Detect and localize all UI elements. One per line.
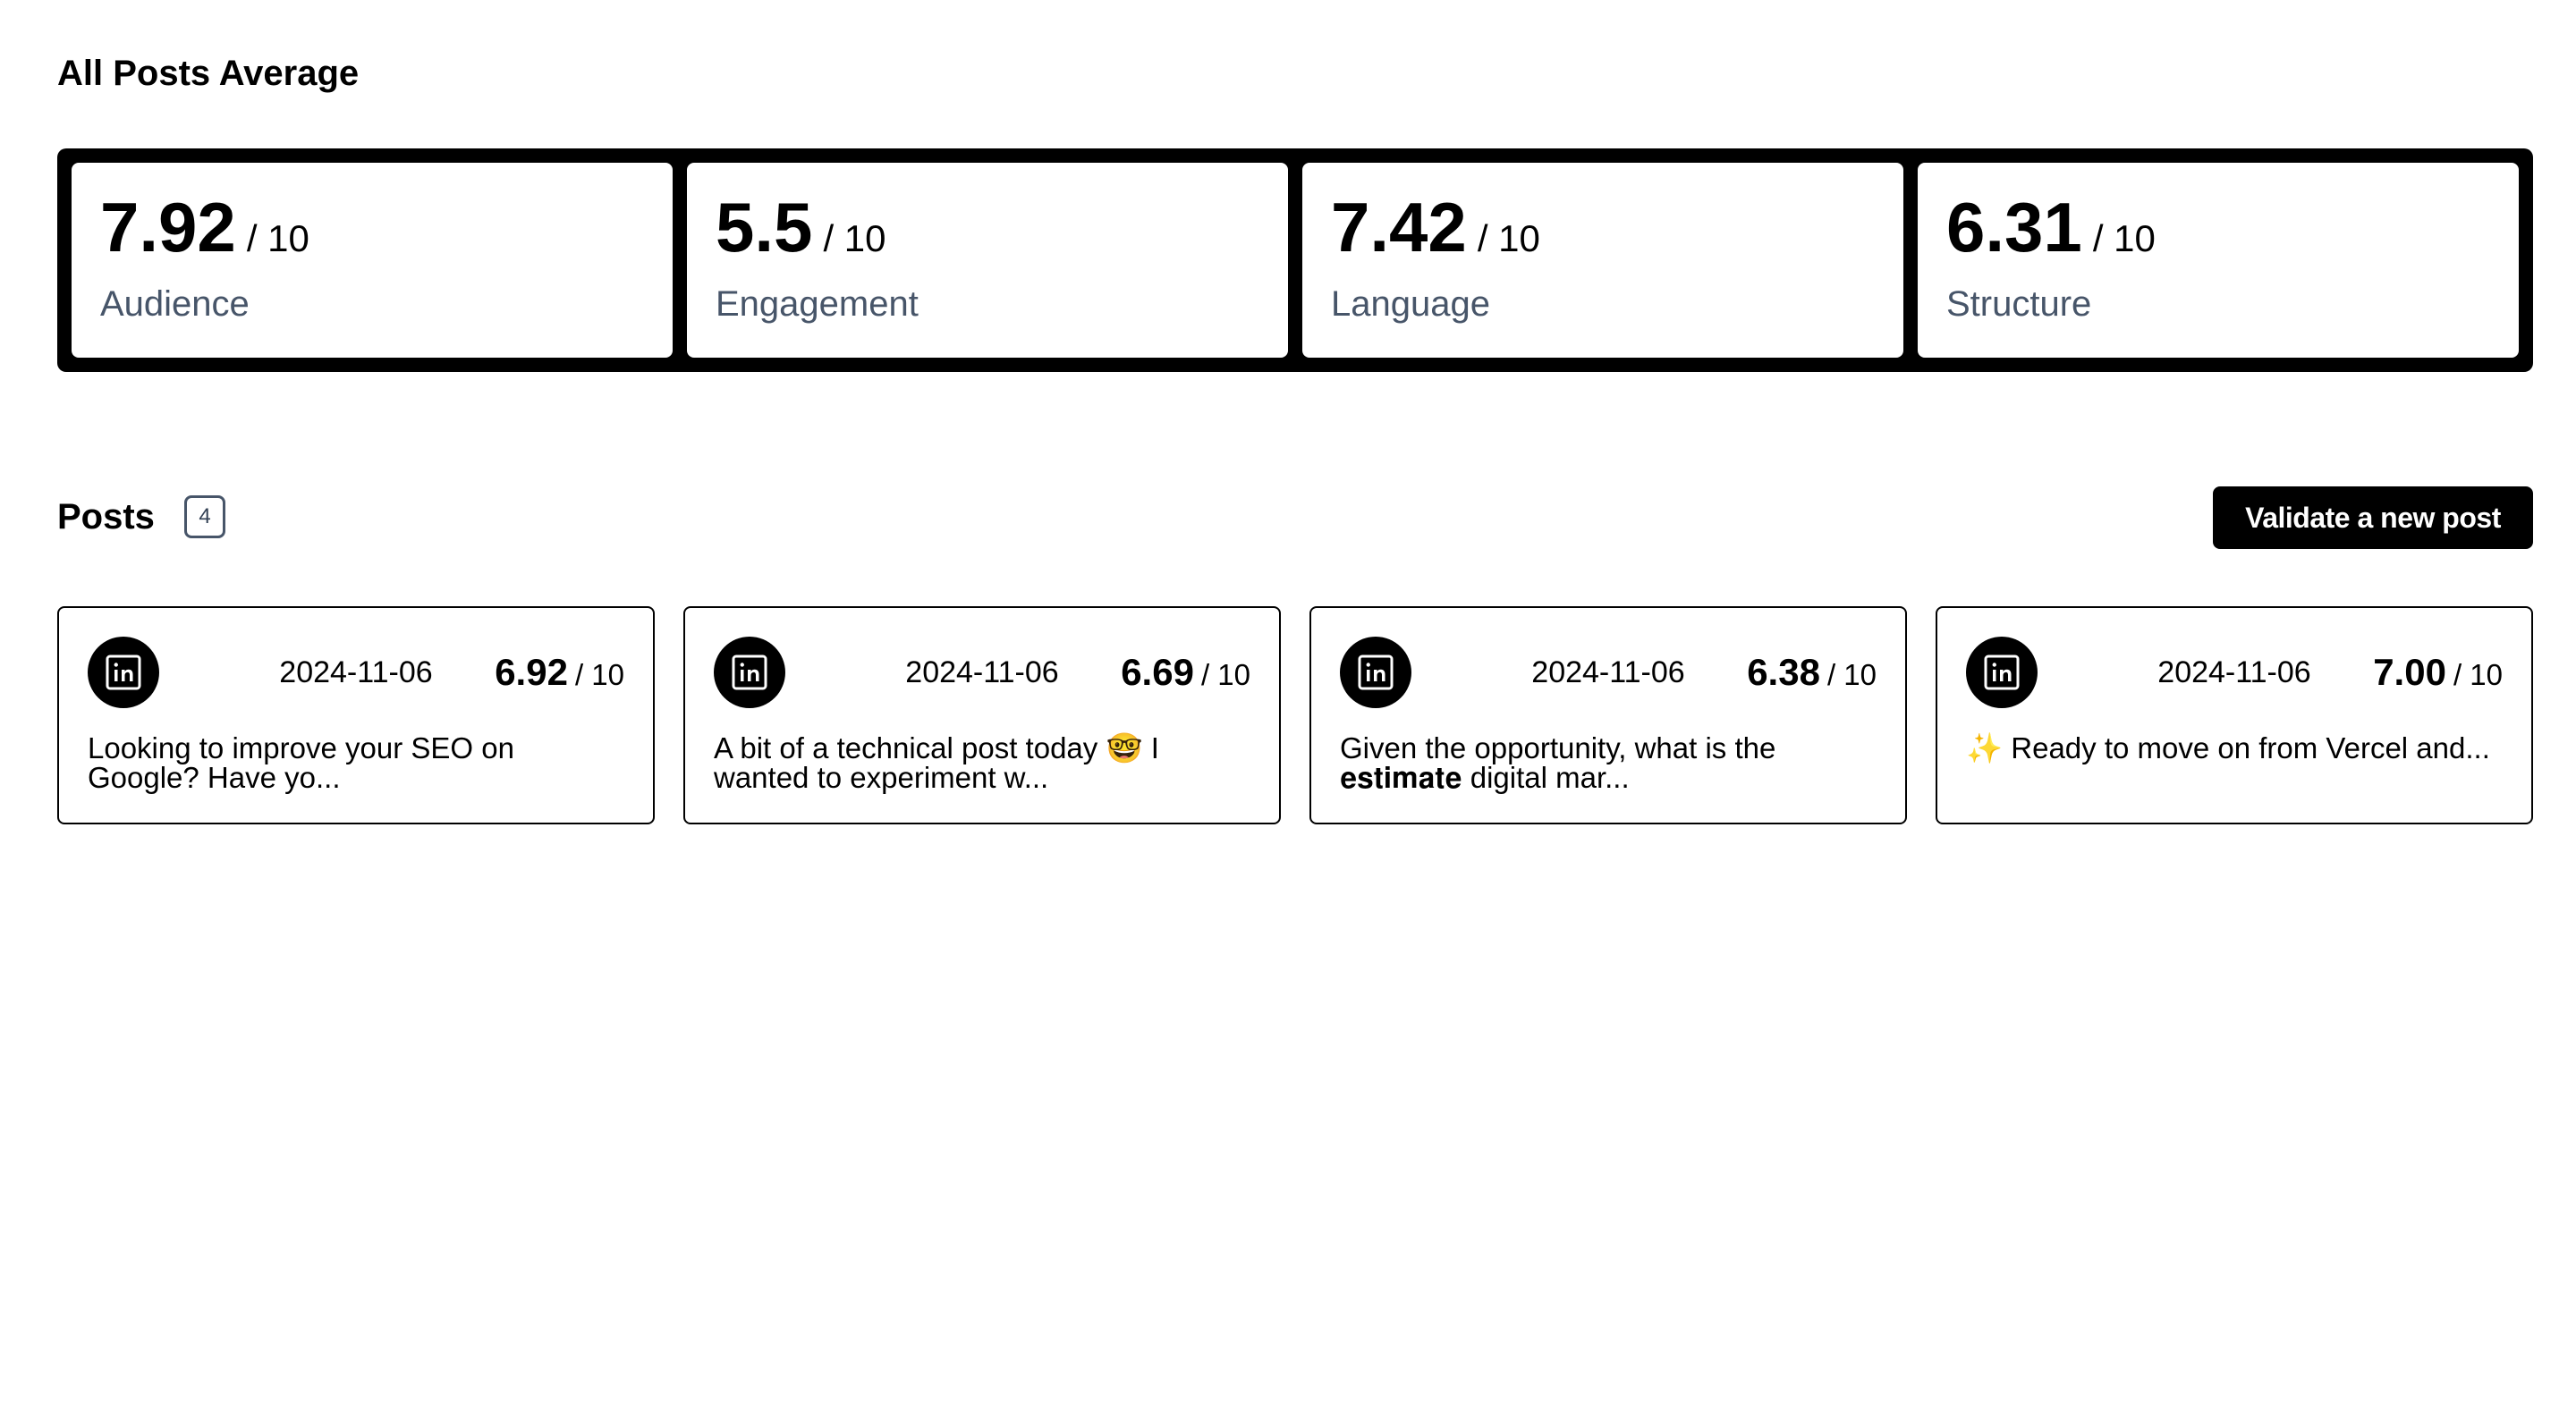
post-score: 6.38 / 10 (1747, 651, 1877, 697)
post-card[interactable]: 2024-11-06 6.69 / 10 A bit of a technica… (683, 606, 1281, 824)
average-score-label: Structure (1946, 284, 2092, 324)
average-score-label: Engagement (716, 284, 919, 324)
average-score-line: 6.31 / 10 (1946, 190, 2490, 265)
post-score-outof: / 10 (574, 658, 624, 691)
average-score-value: 6.31 (1946, 188, 2082, 266)
posts-title: Posts (57, 497, 155, 536)
post-score-outof: / 10 (2453, 658, 2503, 691)
average-scores-panel: 7.92 / 10 Audience 5.5 / 10 Engagement 7… (57, 148, 2533, 372)
posts-count-badge: 4 (184, 495, 225, 538)
post-score: 6.69 / 10 (1121, 651, 1250, 697)
average-score-label: Language (1331, 284, 1490, 324)
average-score-outof: / 10 (823, 217, 886, 259)
post-card[interactable]: 2024-11-06 7.00 / 10 ✨ Ready to move on … (1936, 606, 2533, 824)
post-score-value: 6.69 (1121, 651, 1194, 693)
average-score-value: 7.42 (1331, 188, 1467, 266)
post-score: 7.00 / 10 (2373, 651, 2503, 697)
average-score-value: 5.5 (716, 188, 813, 266)
average-score-label: Audience (100, 284, 250, 324)
post-excerpt: ✨ Ready to move on from Vercel and... (1966, 731, 2490, 764)
post-excerpt: A bit of a technical post today 🤓 I want… (714, 731, 1159, 794)
post-card[interactable]: 2024-11-06 6.38 / 10 Given the opportuni… (1309, 606, 1907, 824)
posts-header: Posts 4 Validate a new post (57, 486, 2533, 549)
average-score-outof: / 10 (246, 217, 309, 259)
post-score-value: 6.38 (1747, 651, 1820, 693)
post-excerpt: Looking to improve your SEO on Google? H… (88, 731, 514, 794)
post-excerpt: Given the opportunity, what is the 𝐞𝐬𝐭𝐢𝐦… (1340, 731, 1776, 794)
average-score-line: 5.5 / 10 (716, 190, 1259, 265)
average-card-engagement: 5.5 / 10 Engagement (687, 163, 1288, 358)
post-card[interactable]: 2024-11-06 6.92 / 10 Looking to improve … (57, 606, 655, 824)
page: All Posts Average 7.92 / 10 Audience 5.5… (0, 0, 2576, 1402)
average-score-line: 7.92 / 10 (100, 190, 644, 265)
posts-list: 2024-11-06 6.92 / 10 Looking to improve … (57, 606, 2533, 824)
average-card-language: 7.42 / 10 Language (1302, 163, 1903, 358)
post-score-value: 6.92 (495, 651, 568, 693)
post-score-outof: / 10 (1826, 658, 1877, 691)
average-score-outof: / 10 (2092, 217, 2156, 259)
average-score-line: 7.42 / 10 (1331, 190, 1875, 265)
validate-new-post-button[interactable]: Validate a new post (2213, 486, 2533, 549)
average-card-audience: 7.92 / 10 Audience (72, 163, 673, 358)
average-score-value: 7.92 (100, 188, 236, 266)
post-score-outof: / 10 (1200, 658, 1250, 691)
average-card-structure: 6.31 / 10 Structure (1918, 163, 2519, 358)
all-posts-average-title: All Posts Average (57, 54, 360, 93)
average-score-outof: / 10 (1477, 217, 1540, 259)
post-score-value: 7.00 (2373, 651, 2446, 693)
post-score: 6.92 / 10 (495, 651, 624, 697)
